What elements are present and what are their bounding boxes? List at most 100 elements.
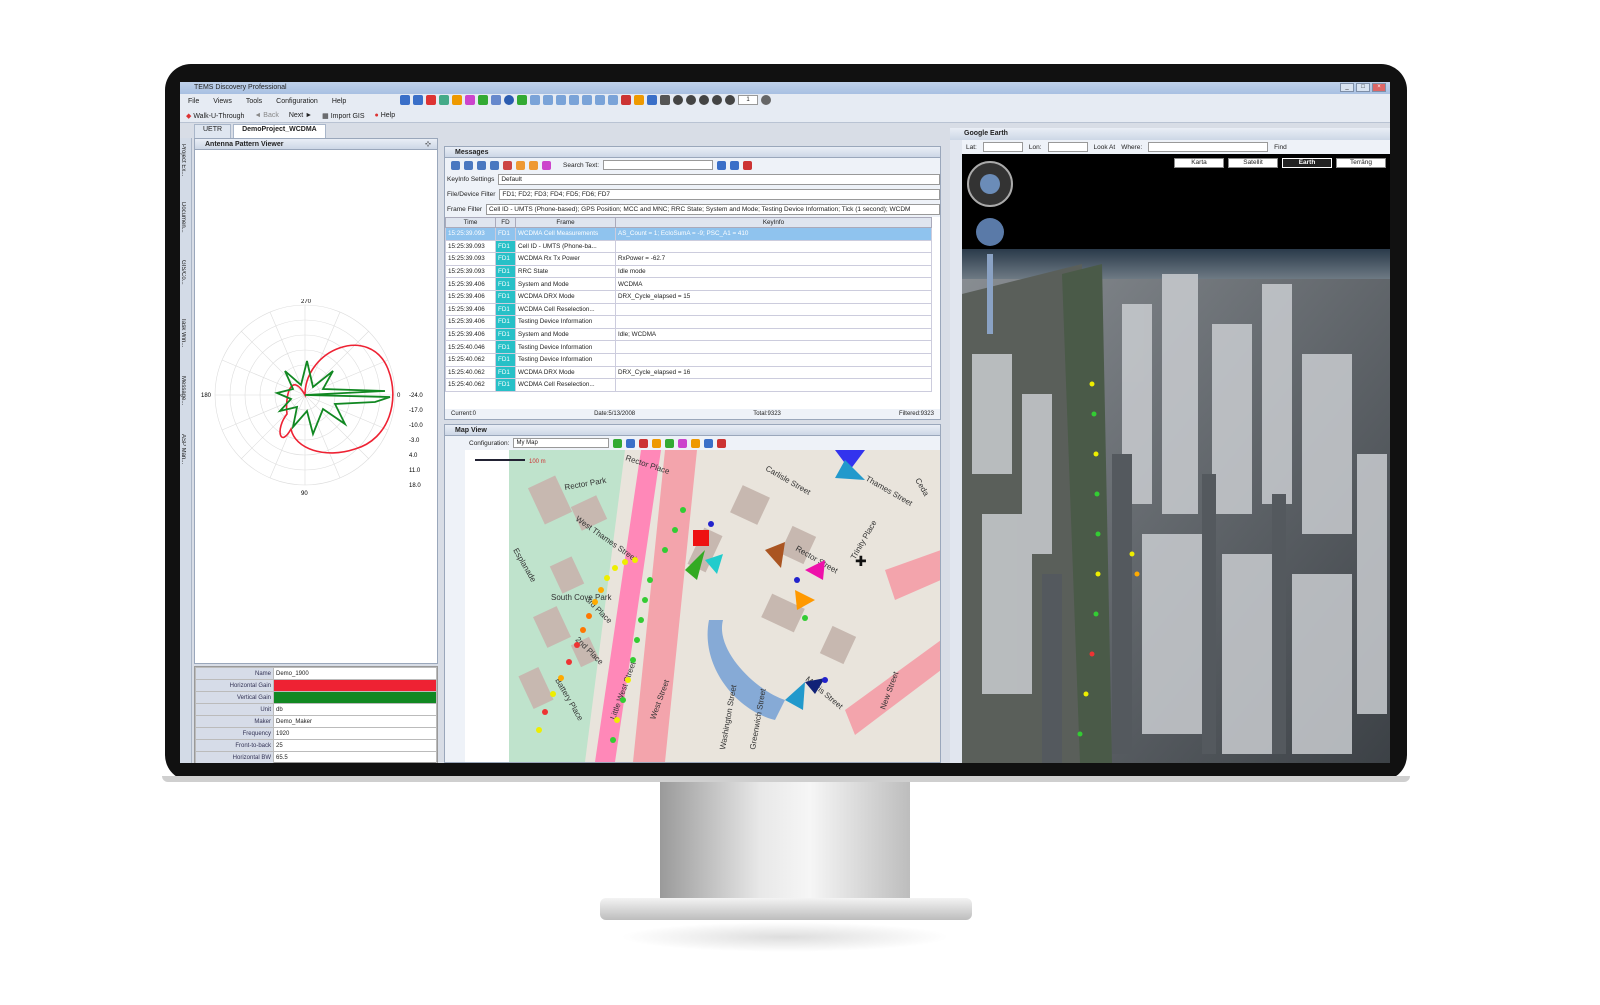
- map-tool-icon[interactable]: [652, 438, 662, 448]
- toolbar-icon[interactable]: [556, 95, 566, 105]
- column-header-fd[interactable]: FD: [495, 217, 516, 228]
- move-control-icon[interactable]: [976, 218, 1004, 246]
- table-row[interactable]: 15:25:39.093 FD1 WCDMA Rx Tx Power RxPower …: [445, 252, 932, 266]
- map-tool-icon[interactable]: [691, 438, 701, 448]
- table-row[interactable]: 15:25:40.046 FD1 Testing Device Informatio…: [445, 340, 932, 354]
- menu-views[interactable]: Views: [213, 98, 232, 105]
- horizontal-gain-swatch[interactable]: [273, 679, 437, 692]
- dock-tab-asp[interactable]: ASP Man...: [180, 434, 186, 486]
- playback-icon[interactable]: [673, 95, 683, 105]
- toolbar-icon[interactable]: [465, 95, 475, 105]
- map-tool-icon[interactable]: [639, 438, 649, 448]
- property-value[interactable]: 1920: [273, 727, 437, 740]
- dock-tab-project-explorer[interactable]: Project Ex...: [180, 144, 186, 196]
- table-row[interactable]: 15:25:39.093 FD1 Cell ID - UMTS (Phone-ba.…: [445, 239, 932, 254]
- map-tool-icon[interactable]: [704, 438, 714, 448]
- menu-tools[interactable]: Tools: [246, 98, 262, 105]
- toolbar-icon[interactable]: [516, 160, 525, 170]
- playback-icon[interactable]: [712, 95, 722, 105]
- lat-input[interactable]: [982, 142, 1023, 152]
- dock-tab-task[interactable]: Task Win...: [180, 318, 186, 370]
- table-row[interactable]: 15:25:39.406 FD1 WCDMA DRX Mode DRX_Cycle_e…: [445, 289, 932, 304]
- toolbar-icon[interactable]: [439, 95, 449, 105]
- map-tool-icon[interactable]: [717, 438, 727, 448]
- where-input[interactable]: [1148, 142, 1269, 152]
- tab-demoproject[interactable]: DemoProject_WCDMA: [233, 124, 326, 138]
- toolbar-icon[interactable]: [426, 95, 436, 105]
- property-value[interactable]: Demo_1900: [273, 667, 437, 680]
- page-number-field[interactable]: 1: [738, 95, 758, 105]
- menu-help[interactable]: Help: [332, 98, 346, 105]
- toolbar-icon[interactable]: [634, 95, 644, 105]
- toolbar-icon[interactable]: [490, 160, 499, 170]
- toolbar-icon[interactable]: [621, 95, 631, 105]
- toolbar-icon[interactable]: [503, 160, 512, 170]
- toolbar-icon[interactable]: [543, 95, 553, 105]
- playback-icon[interactable]: [686, 95, 696, 105]
- table-row[interactable]: 15:25:39.406 FD1 Testing Device Informatio…: [445, 315, 932, 329]
- frame-filter-select[interactable]: Cell ID - UMTS (Phone-based); GPS Positi…: [486, 204, 940, 215]
- map-tool-icon[interactable]: [678, 438, 688, 448]
- toolbar-icon[interactable]: [517, 95, 527, 105]
- minimize-icon[interactable]: _: [1340, 83, 1354, 92]
- toolbar-icon[interactable]: [478, 95, 488, 105]
- table-row[interactable]: 15:25:39.406 FD1 WCDMA Cell Reselection...: [445, 302, 932, 317]
- settings-icon[interactable]: [761, 95, 771, 105]
- close-icon[interactable]: ×: [1372, 83, 1386, 92]
- toolbar-icon[interactable]: [464, 160, 473, 170]
- toolbar-icon[interactable]: [569, 95, 579, 105]
- config-select[interactable]: My Map: [513, 438, 610, 448]
- column-header-time[interactable]: Time: [445, 217, 496, 228]
- toolbar-icon[interactable]: [529, 160, 538, 170]
- menu-configuration[interactable]: Configuration: [276, 98, 318, 105]
- toolbar-icon[interactable]: [582, 95, 592, 105]
- look-at-button[interactable]: Look At: [1094, 144, 1116, 151]
- help-button[interactable]: ● Help: [375, 112, 396, 119]
- clear-filter-icon[interactable]: [743, 160, 753, 170]
- toolbar-icon[interactable]: [491, 95, 501, 105]
- property-value[interactable]: db: [273, 703, 437, 716]
- property-value[interactable]: 25: [273, 739, 437, 752]
- device-filter-select[interactable]: FD1; FD2; FD3; FD4; FD5; FD6; FD7: [499, 189, 940, 200]
- import-gis-button[interactable]: ▦ Import GIS: [322, 112, 364, 120]
- navigation-joystick-icon[interactable]: [980, 174, 1000, 194]
- playback-icon[interactable]: [699, 95, 709, 105]
- search-input[interactable]: [603, 160, 714, 170]
- property-value[interactable]: 65.5: [273, 751, 437, 763]
- maximize-icon[interactable]: □: [1356, 83, 1370, 92]
- street-map[interactable]: 100 m Rector Place Carlisle Street Thame…: [465, 450, 941, 762]
- table-row[interactable]: 15:25:39.093 FD1 RRC State Idle mode: [445, 264, 932, 279]
- playback-icon[interactable]: [725, 95, 735, 105]
- toolbar-icon[interactable]: [542, 160, 551, 170]
- table-row[interactable]: 15:25:39.406 FD1 System and Mode Idle; WCDM…: [445, 327, 932, 342]
- lon-input[interactable]: [1047, 142, 1088, 152]
- table-row[interactable]: 15:25:39.406 FD1 System and Mode WCDMA: [445, 277, 932, 291]
- back-button[interactable]: ◄ Back: [254, 112, 278, 119]
- pin-icon[interactable]: ⊹: [425, 139, 431, 150]
- earth-3d-view[interactable]: Karta Satellit Earth Terräng: [962, 154, 1390, 763]
- dock-tab-documents[interactable]: Documen...: [180, 202, 186, 254]
- toolbar-icon[interactable]: [595, 95, 605, 105]
- dock-tab-gis[interactable]: GIS/Co...: [180, 260, 186, 312]
- menu-file[interactable]: File: [188, 98, 199, 105]
- column-header-keyinfo[interactable]: KeyInfo: [615, 217, 932, 228]
- toolbar-icon[interactable]: [451, 160, 460, 170]
- toolbar-icon[interactable]: [400, 95, 410, 105]
- map-tool-icon[interactable]: [665, 438, 675, 448]
- table-row[interactable]: 15:25:40.062 FD1 WCDMA Cell Reselection...: [445, 378, 932, 392]
- table-row[interactable]: 15:25:40.062 FD1 Testing Device Informatio…: [445, 352, 932, 367]
- next-button[interactable]: Next ►: [289, 112, 312, 119]
- toolbar-icon[interactable]: [608, 95, 618, 105]
- property-value[interactable]: Demo_Maker: [273, 715, 437, 728]
- find-button[interactable]: Find: [1274, 144, 1287, 151]
- map-tool-icon[interactable]: [613, 438, 623, 448]
- toolbar-icon[interactable]: [530, 95, 540, 105]
- map-tool-icon[interactable]: [626, 438, 636, 448]
- toolbar-icon[interactable]: [504, 95, 514, 105]
- filter-icon[interactable]: [730, 160, 740, 170]
- vertical-gain-swatch[interactable]: [273, 691, 437, 704]
- walk-through-button[interactable]: ◆ Walk-U-Through: [186, 112, 244, 120]
- toolbar-icon[interactable]: [660, 95, 670, 105]
- table-row[interactable]: 15:25:40.062 FD1 WCDMA DRX Mode DRX_Cycle_e…: [445, 365, 932, 380]
- column-header-frame[interactable]: Frame: [515, 217, 616, 228]
